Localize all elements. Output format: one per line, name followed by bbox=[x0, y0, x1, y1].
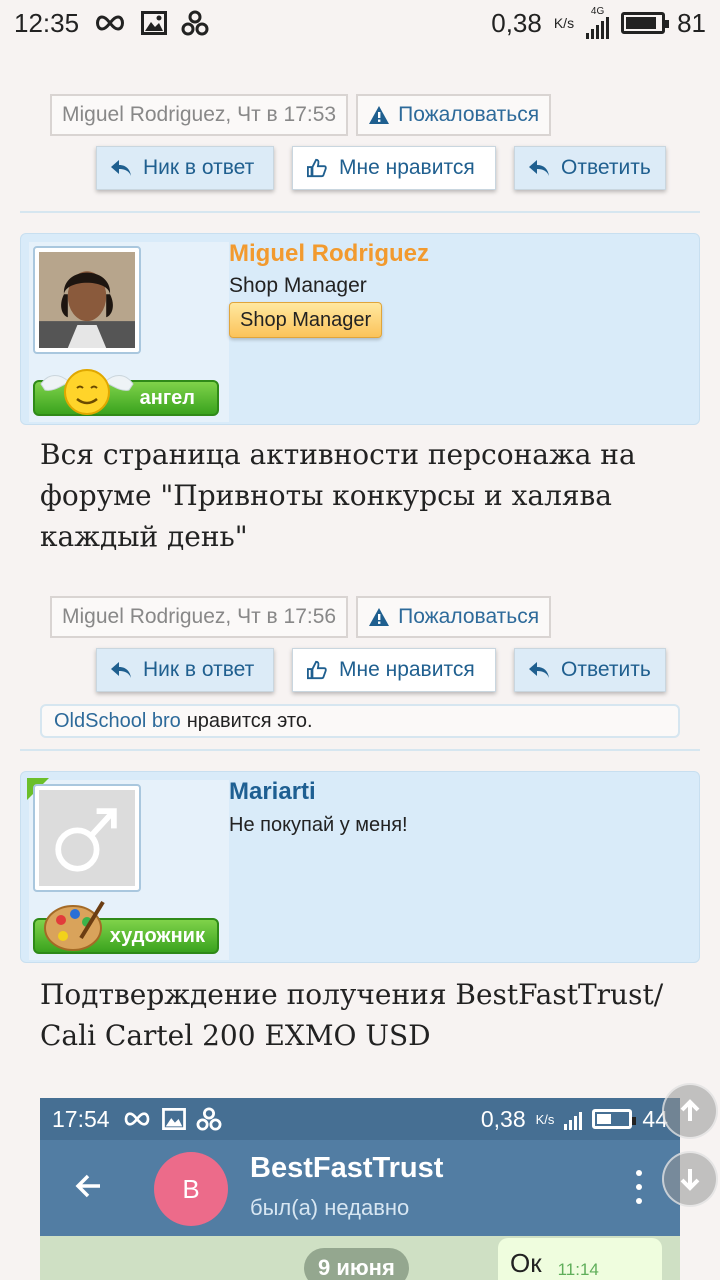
signal-icon bbox=[564, 1108, 583, 1130]
cluster-icon bbox=[181, 10, 209, 36]
post-body: Вся страница активности персонажа на фор… bbox=[40, 438, 636, 553]
username-link[interactable]: Mariarti bbox=[229, 778, 316, 806]
battery-icon bbox=[592, 1109, 637, 1129]
post-author-date: Miguel Rodriguez, Чт в 17:53 bbox=[50, 94, 349, 136]
post-header: ангел Miguel Rodriguez Shop Manager Shop… bbox=[20, 233, 700, 425]
chat-header: B BestFastTrust был(а) недавно bbox=[40, 1140, 680, 1236]
post-divider bbox=[20, 211, 700, 213]
warning-icon bbox=[369, 106, 390, 124]
embed-speed: 0,38 bbox=[480, 1105, 526, 1132]
avatar[interactable] bbox=[33, 246, 141, 354]
author-avatar-panel: художник bbox=[27, 778, 229, 960]
status-speed: 0,38 bbox=[491, 7, 542, 38]
battery-level: 81 bbox=[677, 7, 706, 38]
user-title: Shop Manager bbox=[229, 274, 367, 297]
embed-speed-unit: K/s bbox=[535, 1111, 555, 1127]
post-header: художник Mariarti Не покупай у меня! bbox=[20, 771, 700, 963]
like-button[interactable]: Мне нравится bbox=[292, 648, 496, 692]
post-body: Подтверждение получения BestFastTrust/ C… bbox=[40, 978, 664, 1052]
arrow-up-icon bbox=[680, 1099, 700, 1121]
post-author-link[interactable]: Miguel Rodriguez bbox=[62, 103, 225, 127]
reply-arrow-icon bbox=[529, 160, 549, 176]
back-arrow-icon[interactable] bbox=[72, 1170, 104, 1202]
chat-status: был(а) недавно bbox=[250, 1195, 410, 1220]
post-actions: Ник в ответ Мне нравится Ответить bbox=[96, 648, 666, 692]
status-bar: 12:35 0,38 K/s 4G 81 bbox=[0, 0, 720, 46]
quote-nick-button[interactable]: Ник в ответ bbox=[96, 146, 274, 190]
rank-badge: ангел bbox=[33, 369, 219, 416]
reply-button[interactable]: Ответить bbox=[514, 648, 666, 692]
embed-time: 17:54 bbox=[52, 1105, 110, 1132]
scroll-down-button[interactable] bbox=[662, 1151, 718, 1207]
post-meta: Miguel Rodriguez, Чт в 17:53 Пожаловатьс… bbox=[50, 94, 552, 136]
reply-arrow-icon bbox=[529, 662, 549, 678]
chat-message: Ок 11:14 bbox=[498, 1238, 662, 1280]
post-date[interactable]: Чт в 17:56 bbox=[237, 605, 336, 629]
scroll-up-button[interactable] bbox=[662, 1083, 718, 1139]
infinity-icon bbox=[96, 15, 125, 31]
reply-button[interactable]: Ответить bbox=[514, 146, 666, 190]
post-date[interactable]: Чт в 17:53 bbox=[237, 103, 336, 127]
avatar-photo bbox=[39, 252, 135, 348]
post-author-link[interactable]: Miguel Rodriguez bbox=[62, 605, 225, 629]
liker-link[interactable]: OldSchool bro bbox=[54, 710, 181, 733]
message-text: Ок bbox=[510, 1248, 542, 1278]
thumbs-up-icon bbox=[307, 158, 327, 178]
embed-status-bar: 17:54 0,38 K/s 44 bbox=[40, 1098, 680, 1140]
cluster-icon bbox=[196, 1107, 222, 1131]
rank-badge: художник bbox=[33, 900, 219, 954]
male-symbol-icon bbox=[39, 790, 135, 886]
report-button[interactable]: Пожаловаться bbox=[356, 596, 552, 638]
date-pill: 9 июня bbox=[304, 1248, 409, 1280]
battery-icon bbox=[621, 12, 670, 34]
signal-icon: 4G bbox=[586, 7, 610, 39]
avatar[interactable] bbox=[33, 784, 141, 892]
report-button[interactable]: Пожаловаться bbox=[356, 94, 552, 136]
image-icon bbox=[161, 1108, 186, 1130]
post-author-date: Miguel Rodriguez, Чт в 17:56 bbox=[50, 596, 349, 638]
infinity-icon bbox=[124, 1112, 149, 1126]
more-menu-icon[interactable] bbox=[636, 1170, 644, 1204]
likes-summary: OldSchool bro нравится это. bbox=[40, 704, 680, 738]
arrow-down-icon bbox=[680, 1169, 700, 1191]
author-avatar-panel: ангел bbox=[29, 242, 229, 422]
reply-arrow-icon bbox=[111, 662, 131, 678]
role-badge: Shop Manager bbox=[229, 302, 383, 338]
post-meta: Miguel Rodriguez, Чт в 17:56 Пожаловатьс… bbox=[50, 596, 552, 638]
status-time: 12:35 bbox=[14, 7, 80, 38]
chat-avatar[interactable]: B bbox=[154, 1152, 228, 1226]
chat-name[interactable]: BestFastTrust bbox=[250, 1152, 443, 1185]
palette-icon bbox=[44, 900, 105, 951]
warning-icon bbox=[369, 608, 390, 626]
quote-nick-button[interactable]: Ник в ответ bbox=[96, 648, 274, 692]
user-title: Не покупай у меня! bbox=[229, 814, 408, 836]
image-icon bbox=[141, 11, 168, 35]
post-divider bbox=[20, 749, 700, 751]
reply-arrow-icon bbox=[111, 160, 131, 176]
angel-smiley-icon bbox=[40, 369, 134, 415]
like-button[interactable]: Мне нравится bbox=[292, 146, 496, 190]
message-time: 11:14 bbox=[557, 1260, 599, 1279]
thumbs-up-icon bbox=[307, 660, 327, 680]
username-link[interactable]: Miguel Rodriguez bbox=[229, 240, 429, 268]
post-actions: Ник в ответ Мне нравится Ответить bbox=[96, 146, 666, 190]
status-speed-unit: K/s bbox=[553, 15, 575, 31]
embedded-screenshot[interactable]: 17:54 0,38 K/s 44 B BestFastTrust был(а)… bbox=[40, 1098, 680, 1280]
likes-text: нравится это. bbox=[186, 709, 313, 732]
chat-area: 9 июня Ок 11:14 bbox=[40, 1236, 680, 1280]
